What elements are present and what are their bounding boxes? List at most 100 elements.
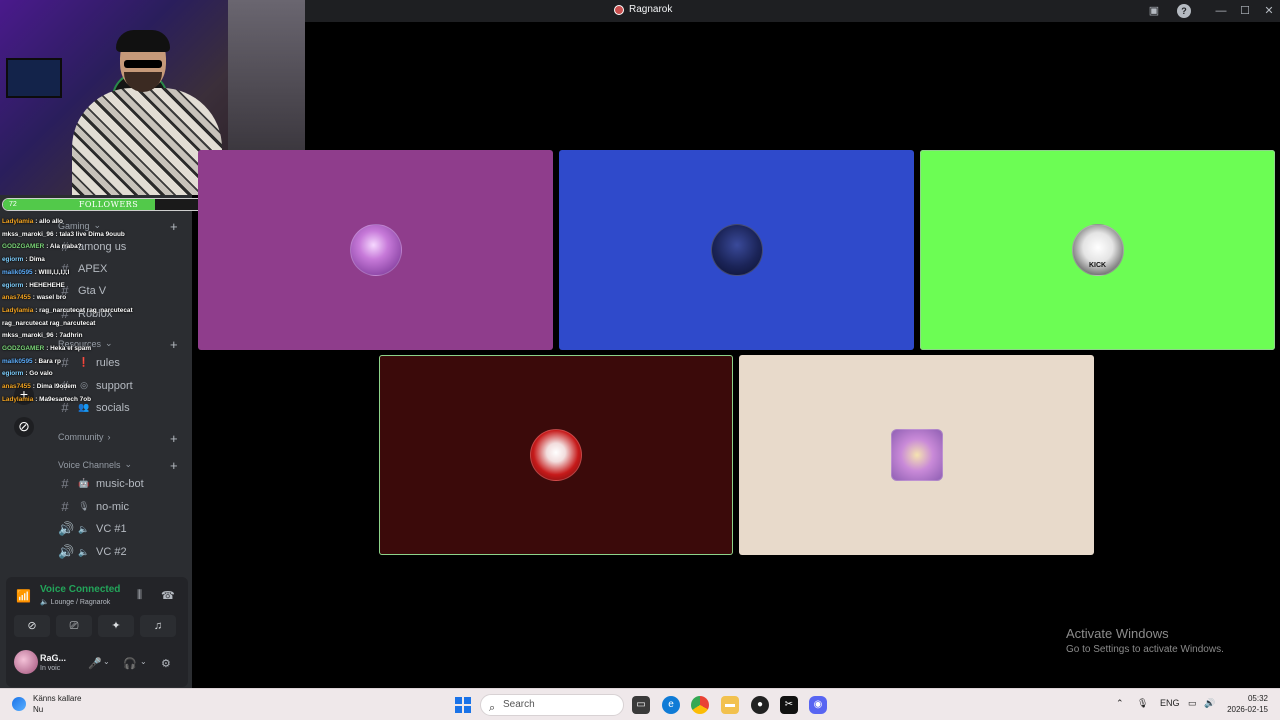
chevron-down-icon[interactable]: ⌄ <box>140 657 147 666</box>
chat-username: mkss_maroki_96 <box>2 332 54 340</box>
user-status: In voic <box>40 665 61 672</box>
chat-text: tala3 live Dima 9ouub <box>59 230 125 238</box>
task-view-icon[interactable]: ▭ <box>632 696 650 714</box>
sunglasses <box>124 60 162 68</box>
purple-anime-avatar <box>349 224 402 276</box>
chat-message: malik0595: Wllll,l,l,l,l,l <box>2 267 190 280</box>
help-icon[interactable]: ? <box>1177 4 1191 18</box>
mic-tray-icon[interactable]: 🎙 <box>1137 698 1148 709</box>
channel-no-mic[interactable]: # 🎙 no-mic <box>58 499 129 514</box>
chat-username: malik0595 <box>2 268 33 276</box>
kick-streamer-avatar: KICK <box>1071 224 1124 276</box>
close-button[interactable]: ✕ <box>1262 4 1276 18</box>
user-name[interactable]: RaG... <box>40 653 66 663</box>
channel-vc2[interactable]: 🔊 🔈 VC #2 <box>58 544 127 560</box>
search-placeholder: Search <box>503 699 535 710</box>
screen-share-button[interactable]: ⎚ <box>56 615 92 637</box>
voice-location[interactable]: 🔈 Lounge / Ragnarok <box>40 598 110 606</box>
add-channel-icon[interactable]: + <box>170 432 178 445</box>
channel-vc1[interactable]: 🔊 🔈 VC #1 <box>58 521 127 537</box>
windows-start-icon[interactable] <box>455 697 471 713</box>
sticker-avatar <box>890 429 943 481</box>
edge-icon[interactable]: e <box>662 696 680 714</box>
avatar-text: KICK <box>1088 262 1107 269</box>
chat-username: anas7455 <box>2 383 31 391</box>
category-voice-channels[interactable]: Voice Channels ⌄ <box>58 459 132 470</box>
stream-chat-overlay: Ladylamia: allo allo mkss_maroki_96: tala… <box>2 216 190 407</box>
chat-message: anas7455: wasel bro <box>2 292 190 305</box>
soundboard-button[interactable]: ♫ <box>140 615 176 637</box>
language-indicator[interactable]: ENG <box>1160 698 1180 708</box>
chat-text: Dima <box>29 256 45 264</box>
category-label: Voice Channels <box>58 459 121 470</box>
inbox-icon[interactable]: ▣ <box>1147 4 1161 18</box>
avatar[interactable] <box>14 650 38 674</box>
mic-icon[interactable]: 🎤 <box>88 657 102 670</box>
noise-suppression-icon[interactable]: ⫼ <box>137 589 142 602</box>
speaker-icon: 🔊 <box>58 544 75 559</box>
volume-icon[interactable]: 🔊 <box>1204 698 1215 709</box>
chat-text: Bara rp <box>38 357 61 365</box>
chat-text: Wllll,l,l,l,l,l <box>38 268 70 276</box>
chevron-up-icon[interactable]: ⌃ <box>1116 698 1124 709</box>
weather-widget[interactable]: Känns kallare Nu <box>33 693 81 715</box>
taskbar-clock[interactable]: 05:32 2026-02-15 <box>1226 693 1268 715</box>
category-community[interactable]: Community › <box>58 432 111 442</box>
participant-tile[interactable] <box>739 355 1094 555</box>
maximize-button[interactable]: ☐ <box>1238 4 1252 18</box>
discord-icon[interactable]: ◉ <box>809 696 827 714</box>
chat-text: Go valo <box>29 370 53 378</box>
taskbar-search[interactable]: ⌕ Search <box>480 694 624 716</box>
hash-icon: # <box>61 499 69 514</box>
voice-status[interactable]: Voice Connected <box>40 584 120 595</box>
windows-taskbar: Känns kallare Nu ⌕ Search ▭ e ▬ ● ✂ ◉ ⌃ … <box>0 688 1280 720</box>
followers-label: FOLLOWERS <box>78 200 139 209</box>
chat-username: GODZGAMER <box>2 243 45 251</box>
discover-icon[interactable]: ⊘ <box>14 417 34 437</box>
chat-text: rag_narcutecat rag_narcutecat <box>39 306 133 314</box>
speaker-icon: 🔊 <box>58 521 75 536</box>
weather-sub: Nu <box>33 705 44 714</box>
capcut-icon[interactable]: ✂ <box>780 696 798 714</box>
followers-current: 72 <box>9 201 17 208</box>
participant-tile[interactable] <box>559 150 914 350</box>
participant-tile[interactable] <box>379 355 733 555</box>
speaker-small-icon: 🔈 <box>78 546 90 557</box>
chat-text: allo allo <box>39 218 63 225</box>
chat-username: Ladylamia <box>2 306 34 314</box>
camera-off-button[interactable]: ⊘ <box>14 615 50 637</box>
weather-icon[interactable] <box>12 697 26 711</box>
chat-username: anas7455 <box>2 294 31 302</box>
chat-message: mkss_maroki_96: tala3 live Dima 9ouub <box>2 229 190 242</box>
obs-icon[interactable]: ● <box>751 696 769 714</box>
minimize-button[interactable]: — <box>1214 4 1228 18</box>
voice-connection-panel: 📶 Voice Connected 🔈 Lounge / Ragnarok ⫼ … <box>6 577 188 687</box>
streamer-cap <box>116 30 170 52</box>
chat-text: Dima l9odem <box>36 383 77 391</box>
participant-tile[interactable]: KICK <box>920 150 1275 350</box>
activities-button[interactable]: ✦ <box>98 615 134 637</box>
disconnect-icon[interactable]: ☎ <box>161 589 175 602</box>
chrome-icon[interactable] <box>691 696 709 714</box>
channel-music-bot[interactable]: # 🤖 music-bot <box>58 476 143 491</box>
headphones-icon[interactable]: 🎧 <box>123 657 137 670</box>
chevron-down-icon[interactable]: ⌄ <box>103 657 110 666</box>
discord-app: Ragnarok ▣ ? — ☐ ✕ Gaming ⌄ + # among us #… <box>0 0 1280 720</box>
chat-text: HEHEHEHE <box>29 281 65 289</box>
followers-goal-bar: FOLLOWERS 72 100 <box>2 198 215 211</box>
network-icon[interactable]: ▭ <box>1188 698 1197 709</box>
chat-message: Ladylamia: allo allo <box>2 216 190 229</box>
chat-message: Ladylamia: Ma9esartech 7ob <box>2 394 190 407</box>
file-explorer-icon[interactable]: ▬ <box>721 696 739 714</box>
settings-gear-icon[interactable]: ⚙ <box>161 657 171 670</box>
window-title: Ragnarok <box>614 4 672 15</box>
speaker-small-icon: 🔈 <box>78 523 90 534</box>
signal-icon: 📶 <box>16 589 31 603</box>
chat-username: egiorm <box>2 256 24 264</box>
chat-message: GODZGAMER: Ala rraba? <box>2 241 190 254</box>
chat-text: Ma9esartech 7ob <box>39 395 92 403</box>
participant-tile[interactable] <box>198 150 553 350</box>
chat-username: Ladylamia <box>2 395 34 403</box>
add-channel-icon[interactable]: + <box>170 459 178 472</box>
hash-icon: # <box>61 476 69 491</box>
